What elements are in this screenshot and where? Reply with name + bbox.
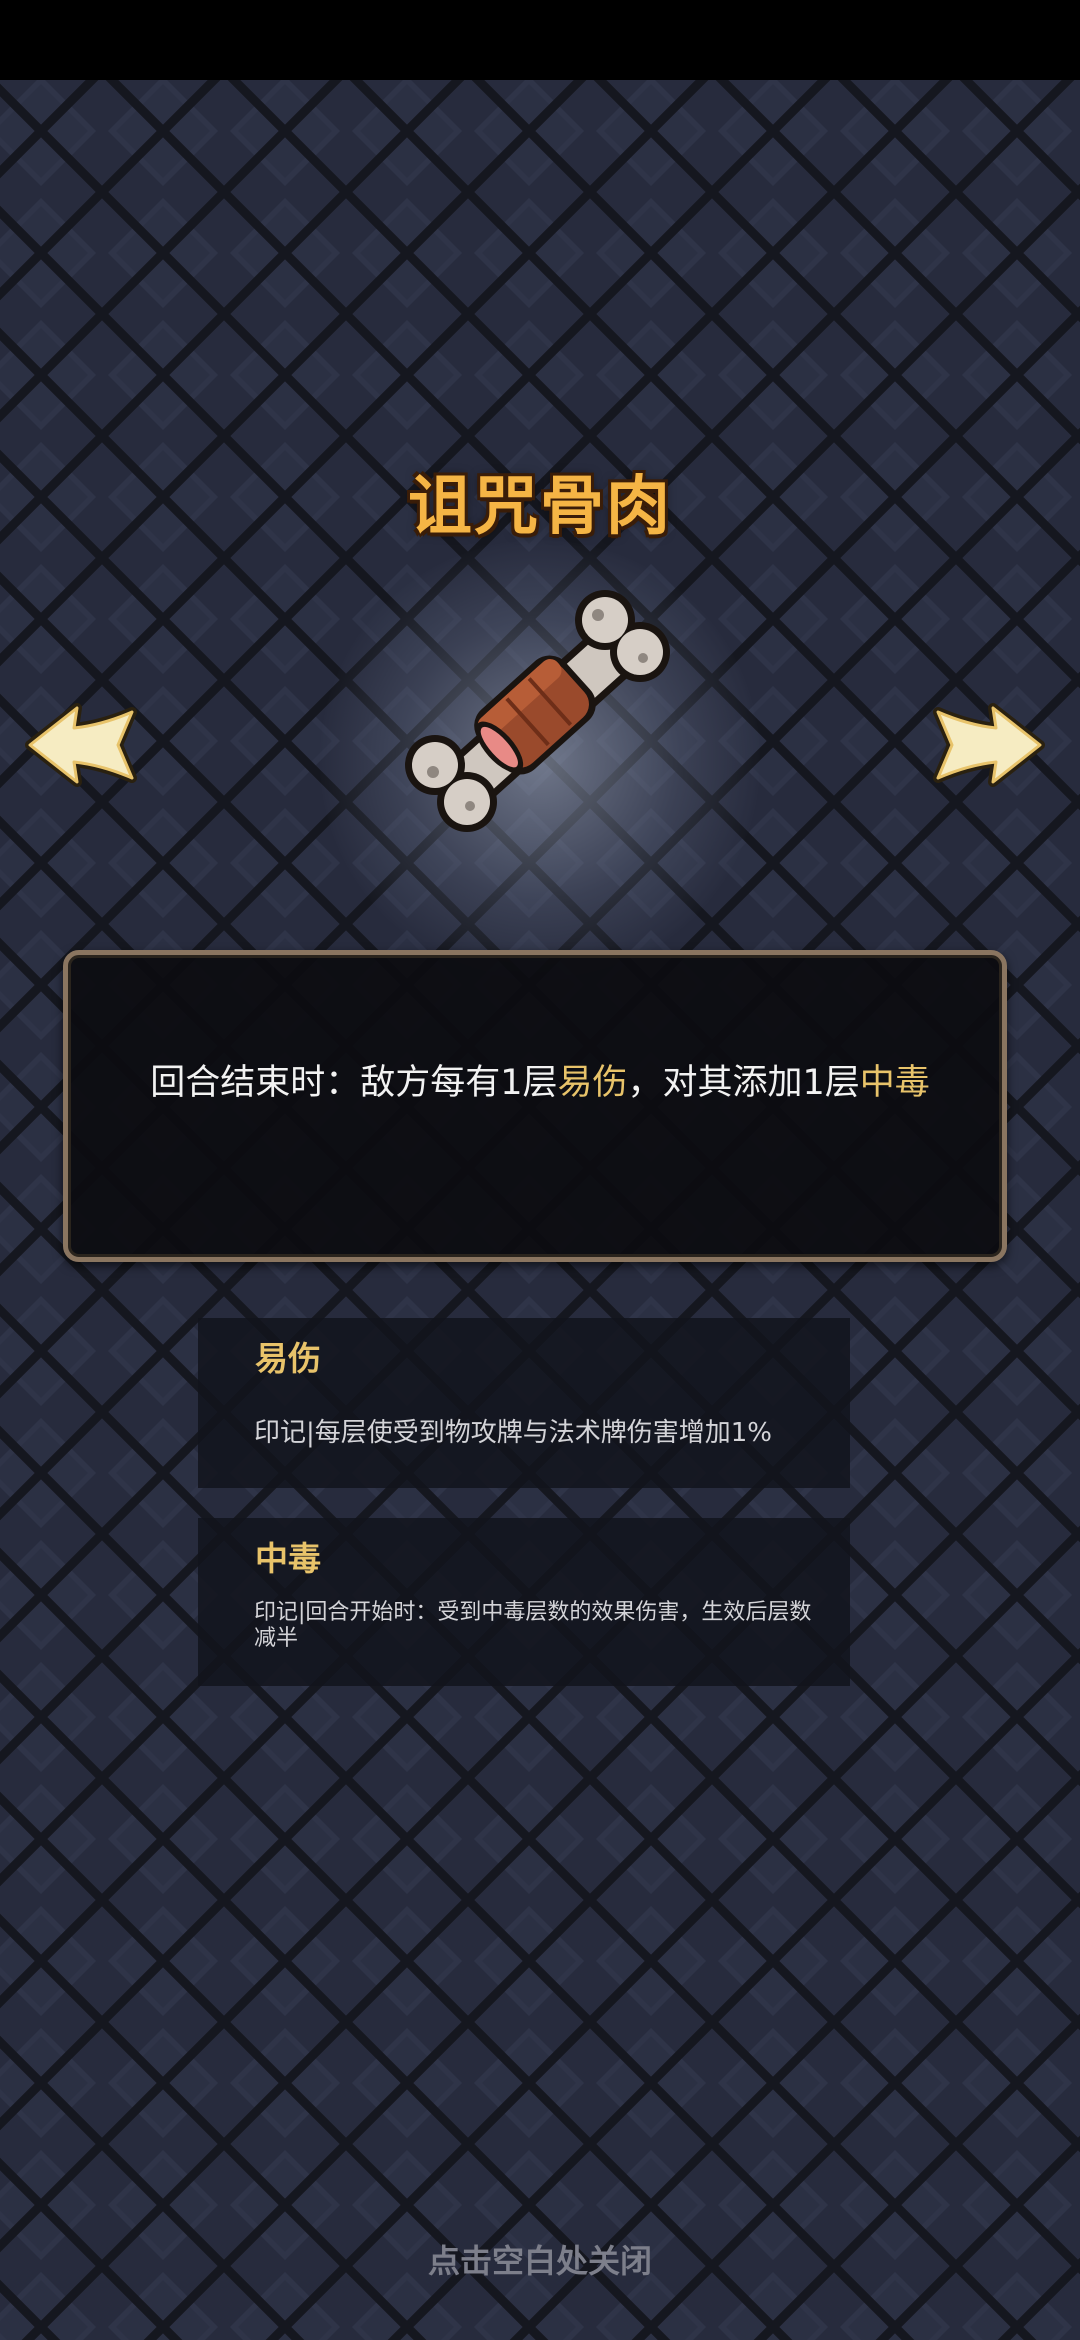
- relic-title: 诅咒骨肉: [408, 470, 672, 544]
- right-arrow-icon[interactable]: [928, 700, 1048, 790]
- keyword-vulnerable: 易伤: [557, 1063, 628, 1103]
- keyword-card-poison: 中毒 印记|回合开始时：受到中毒层数的效果伤害，生效后层数减半: [198, 1518, 850, 1686]
- bone-meat-icon: [395, 580, 685, 840]
- description-text: ，对其添加1层: [627, 1063, 860, 1103]
- keyword-card-description: 印记|回合开始时：受到中毒层数的效果伤害，生效后层数减半: [254, 1600, 812, 1651]
- keyword-poison: 中毒: [859, 1063, 930, 1103]
- keyword-card-title: 易伤: [255, 1339, 321, 1378]
- description-text: 回合结束时：敌方每有1层: [150, 1063, 558, 1103]
- relic-description: 回合结束时：敌方每有1层易伤，对其添加1层中毒: [138, 1055, 942, 1111]
- close-hint[interactable]: 点击空白处关闭: [0, 2236, 1080, 2282]
- keyword-card-title: 中毒: [255, 1539, 321, 1578]
- status-bar: [0, 0, 1080, 80]
- description-panel: 回合结束时：敌方每有1层易伤，对其添加1层中毒: [63, 950, 1007, 1262]
- left-arrow-icon[interactable]: [22, 700, 142, 790]
- keyword-card-description: 印记|每层使受到物攻牌与法术牌伤害增加1%: [254, 1418, 773, 1448]
- keyword-card-vulnerable: 易伤 印记|每层使受到物攻牌与法术牌伤害增加1%: [198, 1318, 850, 1488]
